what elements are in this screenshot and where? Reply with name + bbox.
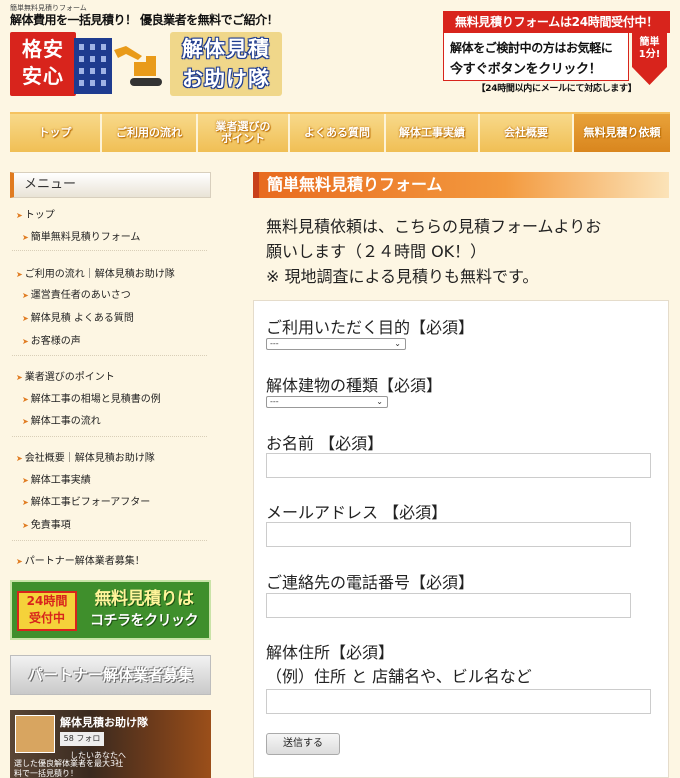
email-label: メールアドレス 【必須】 (266, 503, 448, 522)
sidebar-item-top[interactable]: トップ (16, 206, 55, 221)
excavator-icon (114, 46, 162, 86)
sidebar-item-works[interactable]: 解体工事実績 (22, 471, 91, 486)
page-title: 簡単無料見積りフォーム (253, 172, 669, 198)
sidebar-item-price[interactable]: 解体工事の相場と見積書の例 (22, 390, 161, 405)
intro-line: 無料見積依頼は、こちらの見積フォームよりお (266, 217, 602, 236)
banner-24h-subtitle: コチラをクリック (90, 613, 199, 629)
facebook-caption: 料で一括見積り！ (14, 769, 78, 778)
sidebar-item-before-after[interactable]: 解体工事ビフォーアフター (22, 493, 151, 508)
global-nav: トップ ご利用の流れ 業者選びの ポイント よくある質問 解体工事実績 会社概要… (10, 112, 670, 152)
sidebar-item-partner[interactable]: パートナー解体業者募集！ (16, 552, 145, 567)
intro-line: ※ 現地調査による見積りも無料です。 (266, 267, 539, 286)
cta-line1: 解体をご検討中の方はお気軽に (450, 41, 613, 55)
intro-line: 願いします（２４時間 OK！） (266, 242, 487, 261)
nav-top-label: トップ (38, 126, 72, 139)
nav-points-label: 業者選びの ポイント (215, 120, 271, 145)
sidebar-item-voice[interactable]: お客様の声 (22, 332, 81, 347)
sidebar-divider (12, 355, 207, 356)
banner-24h-line1: 24時間 (26, 594, 68, 608)
facebook-page-name[interactable]: 解体見積お助け隊 (60, 714, 148, 730)
nav-faq[interactable]: よくある質問 (290, 114, 386, 152)
nav-company[interactable]: 会社概要 (480, 114, 574, 152)
site-logo[interactable]: 格安 安心 解体見積 お助け隊 (10, 32, 282, 96)
email-field[interactable] (266, 522, 631, 547)
sidebar-item-greeting[interactable]: 運営責任者のあいさつ (22, 286, 131, 301)
logo-badge-line1: 格安 (22, 37, 64, 61)
facebook-avatar (15, 715, 55, 753)
logo-wordmark-line2: お助け隊 (182, 67, 270, 91)
nav-flow[interactable]: ご利用の流れ (102, 114, 198, 152)
sidebar-item-process[interactable]: 解体工事の流れ (22, 412, 101, 427)
purpose-label: ご利用いただく目的【必須】 (266, 318, 475, 337)
cta-headline: 無料見積りフォームは24時間受付中！ (443, 11, 670, 33)
header-cta-banner[interactable]: 無料見積りフォームは24時間受付中！ 解体をご検討中の方はお気軽に 今すぐボタン… (443, 11, 670, 94)
sidebar-item-form[interactable]: 簡単無料見積りフォーム (22, 228, 141, 243)
submit-button[interactable]: 送信する (266, 733, 340, 755)
intro-text: 無料見積依頼は、こちらの見積フォームよりお 願いします（２４時間 OK！） ※ … (266, 214, 666, 289)
address-label: 解体住所【必須】 (266, 643, 395, 662)
partner-banner[interactable]: パートナー解体業者募集 (10, 655, 211, 695)
cta-badge-line2: 1分! (638, 49, 661, 60)
sidebar-item-faq[interactable]: 解体見積 よくある質問 (22, 309, 134, 324)
banner-24h-title: 無料見積りは (94, 589, 195, 609)
nav-points[interactable]: 業者選びの ポイント (198, 114, 290, 152)
cta-line2: 今すぐボタンをクリック！ (450, 62, 602, 77)
cta-badge-line1: 簡単 (639, 37, 660, 48)
banner-24h-text: 無料見積りは コチラをクリック (80, 587, 208, 631)
nav-company-label: 会社概要 (504, 126, 548, 139)
nav-estimate-label: 無料見積り依頼 (583, 126, 661, 139)
nav-flow-label: ご利用の流れ (116, 126, 182, 139)
purpose-select[interactable]: --- ⌄ (266, 338, 406, 350)
building-type-select[interactable]: --- ⌄ (266, 396, 388, 408)
chevron-down-icon: ⌄ (394, 339, 401, 348)
sidebar-divider (12, 250, 207, 251)
cta-note: 【24時間以内にメールにて対応します】 (476, 84, 637, 94)
name-label: お名前 【必須】 (266, 434, 384, 453)
logo-badge-line2: 安心 (22, 64, 64, 88)
sidebar-item-flow[interactable]: ご利用の流れ｜解体見積お助け隊 (16, 265, 175, 280)
purpose-select-value: --- (270, 339, 279, 348)
banner-24h-badge: 24時間 受付中 (17, 591, 77, 631)
name-field[interactable] (266, 453, 651, 478)
logo-wordmark: 解体見積 お助け隊 (170, 32, 282, 96)
facebook-follow-button[interactable]: 58 フォロワー (60, 732, 104, 757)
building-type-label: 解体建物の種類【必須】 (266, 376, 443, 395)
building-icon (74, 38, 112, 94)
logo-wordmark-line1: 解体見積 (182, 37, 270, 61)
cta-body: 解体をご検討中の方はお気軽に 今すぐボタンをクリック！ (443, 33, 629, 81)
cta-badge: 簡単 1分! (629, 37, 670, 61)
nav-estimate[interactable]: 無料見積り依頼 (574, 114, 670, 152)
sidebar-menu-title: メニュー (10, 172, 211, 198)
banner-24h-line2: 受付中 (28, 611, 65, 625)
phone-field[interactable] (266, 593, 631, 618)
building-type-select-value: --- (270, 397, 279, 406)
sidebar-item-points[interactable]: 業者選びのポイント (16, 368, 115, 383)
phone-label: ご連絡先の電話番号【必須】 (266, 573, 475, 592)
address-field[interactable] (266, 689, 651, 714)
chevron-down-icon: ⌄ (376, 397, 383, 406)
sidebar-divider (12, 540, 207, 541)
sidebar-item-company[interactable]: 会社概要｜解体見積お助け隊 (16, 449, 155, 464)
nav-works[interactable]: 解体工事実績 (386, 114, 480, 152)
sidebar-item-disclaimer[interactable]: 免責事項 (22, 516, 71, 531)
estimate-banner[interactable]: 24時間 受付中 無料見積りは コチラをクリック (10, 580, 211, 640)
facebook-widget[interactable]: 解体見積お助け隊 58 フォロワー したいあなたへ 選した優良解体業者を最大3社… (10, 710, 211, 778)
logo-badge: 格安 安心 (10, 32, 76, 96)
nav-works-label: 解体工事実績 (399, 126, 465, 139)
sidebar-divider (12, 436, 207, 437)
nav-top[interactable]: トップ (10, 114, 102, 152)
tagline: 解体費用を一括見積り！ 優良業者を無料でご紹介！ (10, 13, 279, 27)
nav-faq-label: よくある質問 (304, 126, 370, 139)
address-hint: （例）住所 と 店舗名や、ビル名など (266, 667, 532, 686)
